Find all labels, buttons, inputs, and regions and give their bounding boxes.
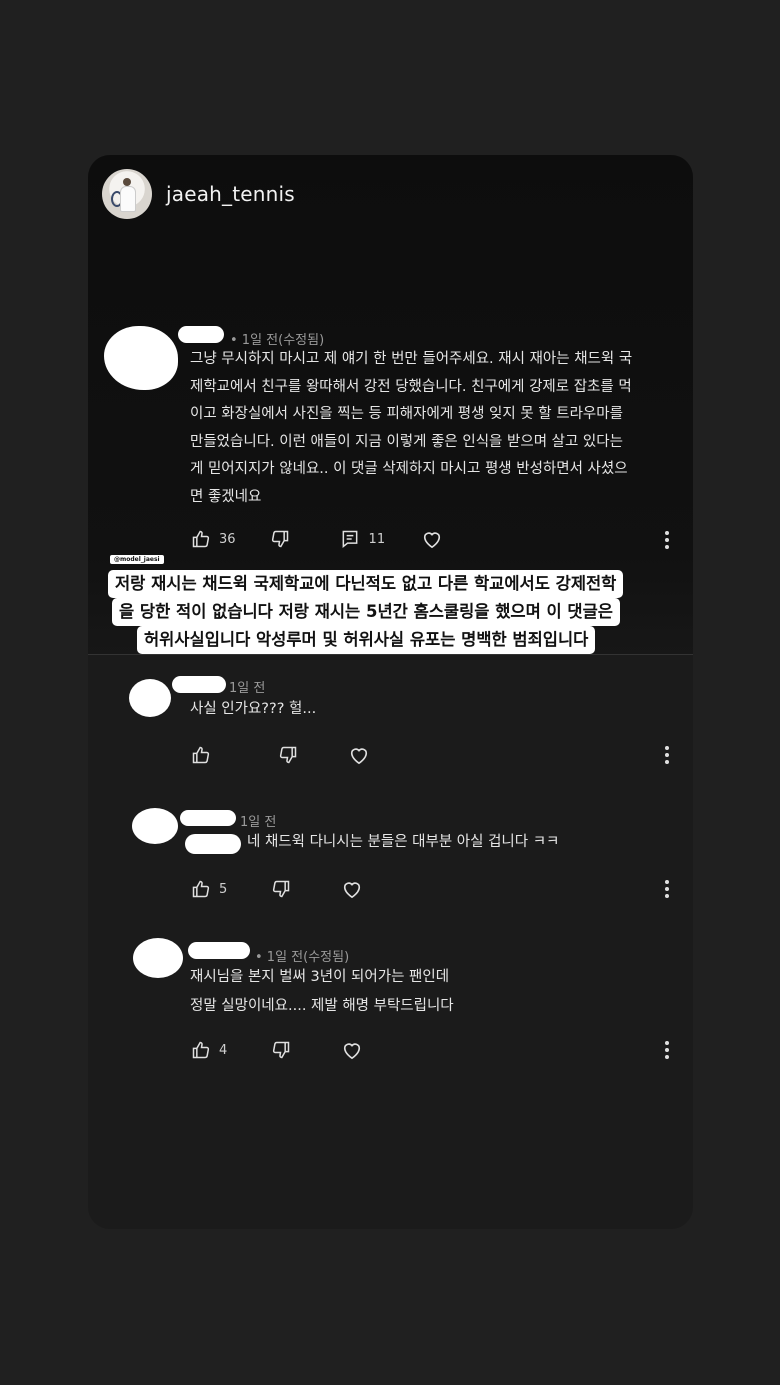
reply-count: 11 — [368, 531, 386, 547]
more-vert-icon[interactable] — [660, 1040, 674, 1060]
thumbs-down-icon — [273, 880, 290, 898]
more-vert-icon[interactable] — [660, 530, 674, 550]
heart-icon — [350, 748, 368, 765]
username-redaction — [188, 942, 250, 959]
caption-line-1: 저랑 재시는 채드윅 국제학교에 다닌적도 없고 다른 학교에서도 강제전학 — [108, 570, 624, 598]
comment-text: 그냥 무시하지 마시고 제 얘기 한 번만 들어주세요. 재시 재아는 채드윅 … — [190, 351, 633, 505]
comment-actions: 4 — [191, 1040, 363, 1060]
comment-meta: 1일 전 — [229, 681, 266, 696]
heart-button[interactable] — [348, 745, 370, 765]
more-vert-icon[interactable] — [660, 879, 674, 899]
username-redaction-2 — [185, 834, 241, 854]
dislike-button[interactable] — [271, 879, 291, 899]
divider — [88, 654, 693, 655]
username-redaction — [178, 326, 224, 343]
like-button[interactable]: 5 — [191, 879, 227, 899]
avatar-redaction — [133, 938, 183, 978]
mention-tag[interactable]: @model_jaesi — [110, 555, 164, 564]
comment-text: 재시님을 본지 벌써 3년이 되어가는 팬인데 정말 실망이네요.... 제발 … — [190, 969, 454, 1014]
more-vert-icon[interactable] — [660, 745, 674, 765]
comment-actions — [191, 745, 370, 765]
avatar[interactable] — [102, 169, 152, 219]
username-redaction — [180, 810, 236, 826]
heart-icon — [344, 1043, 361, 1060]
avatar-redaction — [104, 326, 178, 390]
comment-text: 네 채드윅 다니시는 분들은 대부분 아실 겁니다 ㅋㅋ — [247, 834, 560, 850]
comment-actions: 5 — [191, 879, 363, 899]
thumbs-up-icon — [192, 530, 210, 548]
comment-text: 사실 인가요??? 헐... — [190, 701, 317, 717]
dislike-button[interactable] — [271, 1040, 291, 1060]
thumbs-down-icon — [273, 1041, 290, 1059]
like-count: 36 — [219, 531, 236, 547]
reply-button[interactable]: 11 — [340, 529, 386, 549]
heart-button[interactable] — [341, 879, 363, 899]
avatar-redaction — [129, 679, 171, 717]
thumbs-down-icon — [279, 746, 297, 764]
like-button[interactable]: 4 — [191, 1040, 227, 1060]
thumbs-up-icon — [192, 880, 210, 898]
profile-header[interactable]: jaeah_tennis — [102, 169, 295, 219]
comment-actions: 36 11 — [191, 529, 443, 549]
dislike-button[interactable] — [270, 529, 290, 549]
story-screen: { "profile": { "username": "jaeah_tennis… — [0, 0, 780, 1385]
heart-button[interactable] — [341, 1040, 363, 1060]
thumbs-up-icon — [192, 746, 210, 764]
comment-meta: 1일 전 — [240, 815, 277, 830]
reply-icon — [342, 530, 357, 549]
heart-icon — [344, 882, 361, 899]
caption-line-2: 을 당한 적이 없습니다 저랑 재시는 5년간 홈스쿨링을 했으며 이 댓글은 — [112, 598, 620, 626]
like-count: 5 — [219, 881, 228, 897]
heart-button[interactable] — [421, 529, 443, 549]
like-button[interactable]: 36 — [191, 529, 236, 549]
username-redaction — [172, 676, 226, 693]
avatar-redaction — [132, 808, 178, 844]
username[interactable]: jaeah_tennis — [166, 182, 295, 206]
thumbs-up-icon — [192, 1041, 210, 1059]
like-count: 4 — [219, 1042, 228, 1058]
dislike-button[interactable] — [278, 745, 298, 765]
like-button[interactable] — [191, 745, 219, 765]
thumbs-down-icon — [271, 530, 288, 548]
heart-icon — [424, 532, 441, 549]
caption-line-3: 허위사실입니다 악성루머 및 허위사실 유포는 명백한 범죄입니다 — [137, 626, 596, 654]
